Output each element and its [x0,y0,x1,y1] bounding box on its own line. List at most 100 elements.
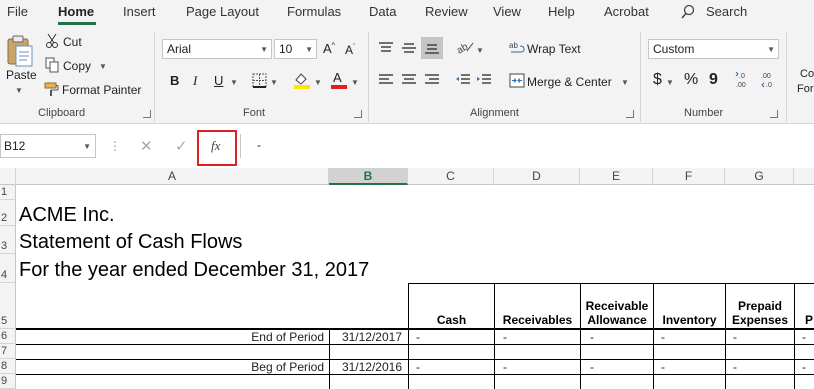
increase-indent-icon[interactable] [476,73,492,90]
borders-icon[interactable] [252,73,267,91]
confirm-entry-icon[interactable]: ✓ [175,137,188,155]
italic-button[interactable]: I [193,73,197,89]
search-icon[interactable] [681,4,695,23]
decrease-indent-icon[interactable] [455,73,471,90]
row6-receivables-value[interactable]: - [503,330,507,344]
align-center-icon[interactable] [401,73,417,90]
font-launcher-icon[interactable] [354,110,362,118]
wrap-text-button[interactable]: Wrap Text [527,42,581,56]
menu-review[interactable]: Review [425,4,468,19]
row8-p-value[interactable]: - [802,360,806,374]
select-all-corner[interactable] [0,168,16,185]
menu-insert[interactable]: Insert [123,4,156,19]
cut-button[interactable]: Cut [63,35,82,49]
align-bottom-icon[interactable] [421,37,443,59]
row8-receivables-value[interactable]: - [503,360,507,374]
beg-of-period-label[interactable]: Beg of Period [16,360,324,374]
orientation-icon[interactable]: ab [455,39,475,58]
column-header-e[interactable]: E [580,168,653,185]
paste-icon[interactable] [6,34,34,71]
font-name-dropdown[interactable]: Arial ▼ [162,39,272,59]
paste-button[interactable]: Paste [6,68,37,82]
company-name-cell[interactable]: ACME Inc. [19,204,115,227]
row-header-9[interactable]: 9 [0,374,16,389]
merge-center-icon[interactable] [509,73,525,91]
menu-page-layout[interactable]: Page Layout [186,4,259,19]
row-header-4[interactable]: 4 [0,254,16,283]
end-of-period-date[interactable]: 31/12/2017 [330,330,402,344]
currency-button[interactable]: $ [653,71,662,89]
decrease-decimal-icon[interactable]: .00.0 [760,71,778,92]
comma-button[interactable]: 9 [709,71,718,89]
header-receivables[interactable]: Receivables [494,283,581,330]
header-receivable-allowance[interactable]: Receivable Allowance [580,283,654,330]
row6-prepaid-value[interactable]: - [733,330,737,344]
clipboard-launcher-icon[interactable] [143,110,151,118]
paste-dropdown-icon[interactable]: ▼ [15,86,23,95]
menu-data[interactable]: Data [369,4,396,19]
row-header-7[interactable]: 7 [0,344,16,359]
copy-button[interactable]: Copy [63,59,91,73]
merge-center-button[interactable]: Merge & Center [527,75,612,89]
beg-of-period-date[interactable]: 31/12/2016 [330,360,402,374]
cut-icon[interactable] [45,33,59,52]
percent-button[interactable]: % [684,71,698,89]
menu-acrobat[interactable]: Acrobat [604,4,649,19]
underline-dropdown-icon[interactable]: ▼ [230,78,238,87]
menu-home[interactable]: Home [58,4,94,19]
row-header-5[interactable]: 5 [0,283,16,329]
formula-input[interactable]: - [240,134,814,158]
header-inventory[interactable]: Inventory [653,283,726,330]
font-size-dropdown[interactable]: 10 ▼ [274,39,317,59]
number-format-dropdown[interactable]: Custom ▼ [648,39,779,59]
copy-dropdown-icon[interactable]: ▼ [99,62,107,71]
align-left-icon[interactable] [378,73,394,90]
menu-file[interactable]: File [7,4,28,19]
underline-button[interactable]: U [214,73,223,88]
grow-font-button[interactable]: A^ [323,41,335,56]
font-color-icon[interactable]: A [330,70,348,92]
increase-decimal-icon[interactable]: .0.00 [735,71,753,92]
row8-inventory-value[interactable]: - [661,360,665,374]
shrink-font-button[interactable]: Aˇ [345,43,355,57]
align-middle-icon[interactable] [401,41,417,58]
header-cash[interactable]: Cash [408,283,495,330]
statement-title-cell[interactable]: Statement of Cash Flows [19,231,242,254]
number-launcher-icon[interactable] [770,110,778,118]
column-header-g[interactable]: G [725,168,794,185]
name-box[interactable]: B12 ▼ [0,134,96,158]
header-prepaid-expenses[interactable]: Prepaid Expenses [725,283,795,330]
row-header-3[interactable]: 3 [0,226,16,254]
conditional-formatting-button[interactable]: Co [800,68,814,80]
row-header-8[interactable]: 8 [0,359,16,374]
row-header-2[interactable]: 2 [0,200,16,226]
column-header-h[interactable] [794,168,814,185]
merge-dropdown-icon[interactable]: ▼ [621,78,629,87]
menu-formulas[interactable]: Formulas [287,4,341,19]
menu-help[interactable]: Help [548,4,575,19]
row6-inventory-value[interactable]: - [661,330,665,344]
cancel-entry-icon[interactable]: ✕ [140,137,153,155]
fill-color-icon[interactable] [293,71,311,92]
search-label[interactable]: Search [706,4,747,19]
wrap-text-icon[interactable]: ab [509,40,525,58]
row8-cash-value[interactable]: - [416,360,420,374]
insert-function-button[interactable]: fx [211,138,220,154]
row8-allowance-value[interactable]: - [590,360,594,374]
alignment-launcher-icon[interactable] [626,110,634,118]
format-as-table-button[interactable]: For [797,83,814,95]
align-right-icon[interactable] [424,73,440,90]
row-header-1[interactable]: 1 [0,185,16,200]
end-of-period-label[interactable]: End of Period [16,330,324,344]
format-painter-button[interactable]: Format Painter [62,83,141,97]
menu-view[interactable]: View [493,4,521,19]
row6-p-value[interactable]: - [802,330,806,344]
column-header-a[interactable]: A [16,168,329,185]
format-painter-icon[interactable] [44,81,60,100]
period-title-cell[interactable]: For the year ended December 31, 2017 [19,259,369,282]
orientation-dropdown-icon[interactable]: ▼ [476,46,484,55]
row8-prepaid-value[interactable]: - [733,360,737,374]
copy-icon[interactable] [45,57,59,76]
column-header-d[interactable]: D [494,168,580,185]
column-header-c[interactable]: C [408,168,494,185]
